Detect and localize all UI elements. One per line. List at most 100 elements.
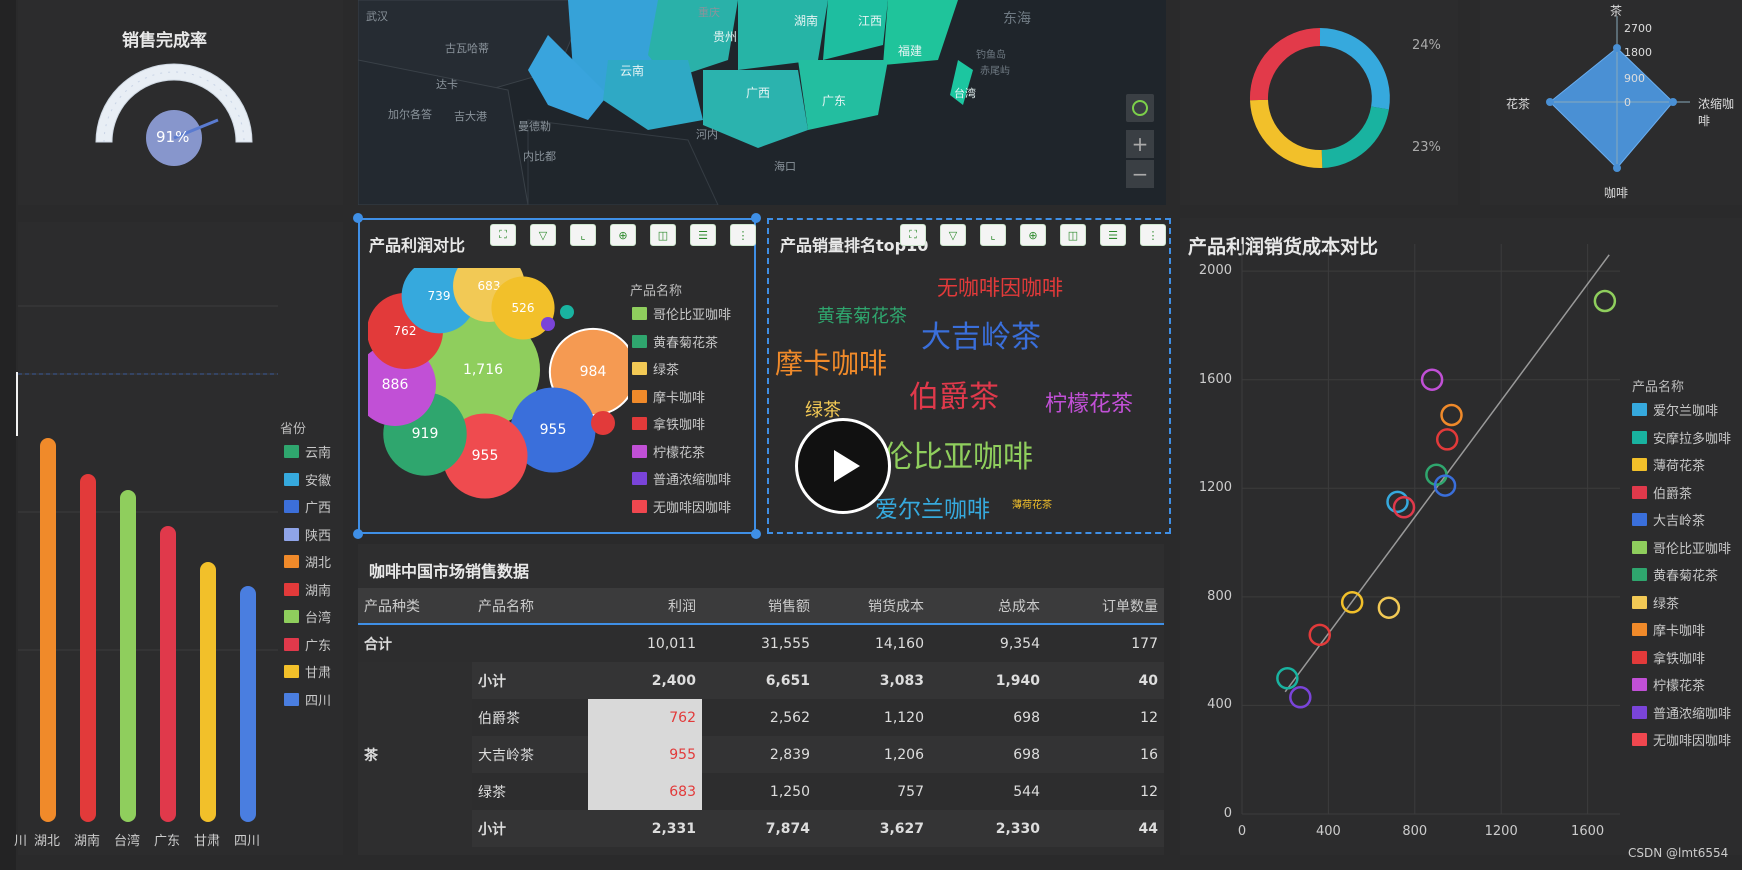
export-button[interactable]: ◫ bbox=[650, 224, 676, 246]
bubble-small[interactable] bbox=[560, 305, 574, 319]
cell: 2,400 bbox=[588, 662, 702, 699]
wc-crop-button[interactable]: ⌞ bbox=[980, 224, 1006, 246]
legend-item[interactable]: 四川 bbox=[284, 690, 331, 709]
wc-fullscreen-button[interactable]: ⛶ bbox=[900, 224, 926, 246]
crop-button[interactable]: ⌞ bbox=[570, 224, 596, 246]
scatter-point[interactable] bbox=[1392, 496, 1416, 519]
legend-item[interactable]: 伯爵茶 bbox=[1632, 483, 1692, 502]
wc-more-button[interactable]: ⋮ bbox=[1140, 224, 1166, 246]
bar-广东[interactable] bbox=[160, 526, 176, 822]
legend-item[interactable]: 湖北 bbox=[284, 552, 331, 571]
col-header[interactable]: 订单数量 bbox=[1046, 588, 1164, 624]
wc-export-button[interactable]: ◫ bbox=[1060, 224, 1086, 246]
legend-item[interactable]: 绿茶 bbox=[632, 359, 679, 378]
cell: 14,160 bbox=[816, 624, 930, 662]
legend-item[interactable]: 无咖啡因咖啡 bbox=[1632, 730, 1731, 749]
col-header[interactable]: 产品名称 bbox=[472, 588, 588, 624]
legend-swatch bbox=[284, 582, 299, 596]
scatter-point[interactable] bbox=[1440, 403, 1463, 427]
legend-item[interactable]: 安摩拉多咖啡 bbox=[1632, 428, 1731, 447]
bar-湖南[interactable] bbox=[80, 474, 96, 822]
legend-swatch bbox=[1632, 430, 1647, 444]
donut-label-top: 24% bbox=[1412, 38, 1441, 53]
col-header[interactable]: 利润 bbox=[588, 588, 702, 624]
col-header[interactable]: 产品种类 bbox=[358, 588, 472, 624]
bar-湖北[interactable] bbox=[40, 438, 56, 822]
legend-swatch bbox=[1632, 540, 1647, 554]
legend-item[interactable]: 拿铁咖啡 bbox=[632, 414, 705, 433]
filter-button[interactable]: ▽ bbox=[530, 224, 556, 246]
map-panel[interactable]: 湖南 江西 贵州 福建 云南 广西 广东 台湾 东海 古瓦哈蒂 达卡 加尔各答 … bbox=[358, 0, 1166, 205]
export-icon: ◫ bbox=[657, 228, 669, 242]
legend-item[interactable]: 广东 bbox=[284, 635, 331, 654]
col-header[interactable]: 销售额 bbox=[702, 588, 816, 624]
bar-甘肃[interactable] bbox=[200, 562, 216, 822]
col-header[interactable]: 总成本 bbox=[930, 588, 1046, 624]
radar-tick-1800: 1800 bbox=[1624, 46, 1652, 59]
legend-item[interactable]: 安徽 bbox=[284, 470, 331, 489]
legend-item[interactable]: 黄春菊花茶 bbox=[632, 332, 718, 351]
more-button[interactable]: ⋮ bbox=[730, 224, 756, 246]
bubble-label: 739 bbox=[428, 289, 451, 303]
legend-item[interactable]: 云南 bbox=[284, 442, 331, 461]
legend-item[interactable]: 柠檬花茶 bbox=[1632, 675, 1705, 694]
zoom-button[interactable]: ⊕ bbox=[610, 224, 636, 246]
legend-item[interactable]: 爱尔兰咖啡 bbox=[1632, 400, 1718, 419]
table-row: 合计 10,011 31,555 14,160 9,354 177 bbox=[358, 624, 1164, 662]
zoom-icon: ⊕ bbox=[618, 228, 628, 242]
legend-item[interactable]: 摩卡咖啡 bbox=[632, 387, 705, 406]
legend-swatch bbox=[1632, 513, 1647, 526]
legend-item[interactable]: 广西 bbox=[284, 497, 331, 516]
scatter-point[interactable] bbox=[1435, 428, 1459, 451]
bar-legend-title: 省份 bbox=[280, 422, 307, 437]
resize-handle-tl[interactable] bbox=[353, 213, 363, 223]
cell: 绿茶 bbox=[472, 773, 588, 810]
legend-item[interactable]: 绿茶 bbox=[1632, 593, 1679, 612]
legend-label: 无咖啡因咖啡 bbox=[1653, 734, 1732, 749]
bubble-panel[interactable]: 产品利润对比 1,716 984 955 955 919 886 762 739 683 526 … bbox=[353, 213, 761, 539]
legend-item[interactable]: 大吉岭茶 bbox=[1632, 510, 1705, 529]
word-3: 摩卡咖啡 bbox=[775, 347, 888, 380]
resize-handle-bl[interactable] bbox=[353, 529, 363, 539]
legend-item[interactable]: 柠檬花茶 bbox=[632, 442, 705, 461]
map-locate-button[interactable] bbox=[1126, 94, 1154, 122]
scatter-point[interactable] bbox=[1386, 490, 1409, 514]
legend-item[interactable]: 湖南 bbox=[284, 580, 331, 599]
col-header[interactable]: 销货成本 bbox=[816, 588, 930, 624]
resize-handle-br[interactable] bbox=[751, 529, 761, 539]
wc-list-button[interactable]: ☰ bbox=[1100, 224, 1126, 246]
map-label-mandalay: 曼德勒 bbox=[518, 120, 551, 133]
legend-item[interactable]: 无咖啡因咖啡 bbox=[632, 497, 731, 516]
legend-item[interactable]: 普通浓缩咖啡 bbox=[1632, 703, 1731, 722]
bar-四川[interactable] bbox=[240, 586, 256, 822]
resize-handle-tr[interactable] bbox=[751, 213, 761, 223]
bubble-small[interactable] bbox=[541, 317, 555, 331]
table-row: 伯爵茶 762 2,562 1,120 698 12 bbox=[358, 699, 1164, 736]
map-label-guangxi: 广西 bbox=[746, 86, 771, 100]
x-tick-label: 400 bbox=[1315, 824, 1341, 839]
bar-台湾[interactable] bbox=[120, 490, 136, 822]
profit-cell: 762 bbox=[588, 699, 702, 736]
legend-item[interactable]: 黄春菊花茶 bbox=[1632, 565, 1718, 584]
scatter-point[interactable] bbox=[1289, 686, 1312, 709]
fullscreen-button[interactable]: ⛶ bbox=[490, 224, 516, 246]
scatter-point[interactable] bbox=[1377, 596, 1401, 619]
legend-item[interactable]: 甘肃 bbox=[284, 662, 331, 681]
zoom-out-button[interactable]: − bbox=[1126, 160, 1154, 188]
zoom-in-button[interactable]: + bbox=[1126, 130, 1154, 158]
legend-swatch bbox=[632, 472, 647, 485]
legend-item[interactable]: 普通浓缩咖啡 bbox=[632, 469, 731, 488]
video-play-button[interactable] bbox=[795, 418, 891, 514]
legend-item[interactable]: 哥伦比亚咖啡 bbox=[632, 304, 731, 323]
list-button[interactable]: ☰ bbox=[690, 224, 716, 246]
legend-item[interactable]: 哥伦比亚咖啡 bbox=[1632, 538, 1731, 557]
wc-filter-button[interactable]: ▽ bbox=[940, 224, 966, 246]
legend-item[interactable]: 陕西 bbox=[284, 525, 331, 544]
legend-item[interactable]: 摩卡咖啡 bbox=[1632, 620, 1705, 639]
legend-item[interactable]: 拿铁咖啡 bbox=[1632, 648, 1705, 667]
wc-zoom-button[interactable]: ⊕ bbox=[1020, 224, 1046, 246]
legend-item[interactable]: 台湾 bbox=[284, 607, 331, 626]
legend-item[interactable]: 薄荷花茶 bbox=[1632, 455, 1705, 474]
bubble-small[interactable] bbox=[591, 411, 615, 435]
scatter-point[interactable] bbox=[1593, 289, 1617, 313]
